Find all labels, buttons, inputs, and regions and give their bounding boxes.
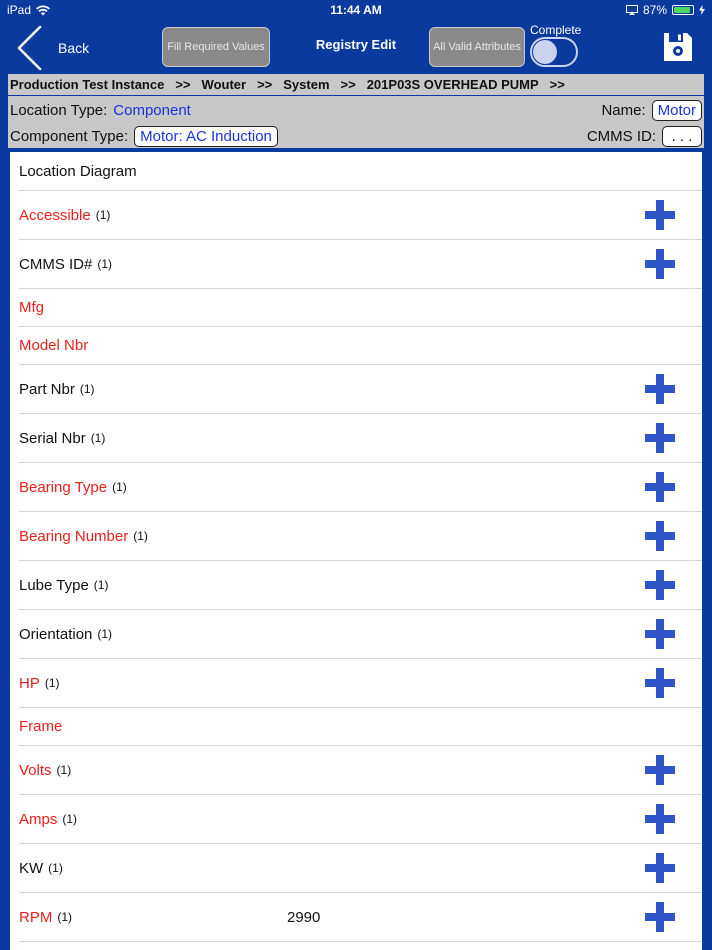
list-item[interactable]: Amps (1) (19, 795, 702, 844)
breadcrumb-separator: >> (549, 77, 565, 92)
plus-icon[interactable] (645, 200, 675, 230)
location-type-label: Location Type: (10, 101, 108, 119)
cmms-id-button[interactable]: . . . (662, 125, 702, 147)
plus-icon[interactable] (645, 902, 675, 932)
location-type-value[interactable]: Component (113, 102, 191, 119)
breadcrumb-separator: >> (175, 77, 191, 92)
attribute-label: CMMS ID# (19, 255, 93, 273)
save-icon[interactable] (663, 32, 693, 62)
plus-icon[interactable] (645, 374, 675, 404)
attribute-label: Location Diagram (19, 162, 137, 180)
attribute-label: Bearing Number (19, 527, 129, 545)
plus-icon[interactable] (645, 570, 675, 600)
attribute-count: (1) (93, 578, 109, 592)
breadcrumb-item[interactable]: System (283, 77, 329, 92)
breadcrumb-item[interactable]: 201P03S OVERHEAD PUMP (367, 77, 539, 92)
attribute-count: (1) (62, 812, 78, 826)
list-item[interactable]: Lube Type (1) (19, 561, 702, 610)
attribute-count: (1) (79, 382, 95, 396)
attribute-count: (1) (97, 257, 113, 271)
complete-label: Complete (530, 23, 582, 37)
breadcrumb-item[interactable]: Wouter (202, 77, 247, 92)
list-item[interactable]: Part Nbr (1) (19, 365, 702, 414)
attribute-count: (1) (90, 431, 106, 445)
attribute-label: Serial Nbr (19, 429, 86, 447)
attribute-label: HP (19, 674, 40, 692)
list-item[interactable]: RPM (1) 2990 (19, 893, 702, 942)
fill-required-values-button[interactable]: Fill Required Values (162, 27, 270, 67)
wifi-icon (36, 5, 51, 15)
breadcrumb: Production Test Instance >> Wouter >> Sy… (8, 74, 704, 95)
attribute-count: (1) (44, 676, 60, 690)
list-item[interactable]: KW (1) (19, 844, 702, 893)
attribute-label: Bearing Type (19, 478, 108, 496)
attribute-count: (1) (133, 529, 148, 543)
complete-toggle[interactable] (530, 37, 578, 67)
attribute-label: Part Nbr (19, 380, 75, 398)
attribute-label: Frame (19, 718, 63, 735)
status-bar: iPad 11:44 AM 87% (0, 0, 712, 20)
attribute-list: Location Diagram Accessible (1) CMMS ID# (1)… (10, 152, 702, 950)
attribute-label: Model Nbr (19, 337, 89, 354)
page-title: Registry Edit (315, 37, 397, 52)
back-button[interactable]: Back (16, 26, 89, 70)
cmms-id-label: CMMS ID: (586, 127, 656, 145)
attribute-label: KW (19, 859, 44, 877)
battery-icon (672, 5, 694, 15)
list-item[interactable]: Volts (1) (19, 746, 702, 795)
attribute-count: (1) (57, 910, 73, 924)
back-label: Back (58, 40, 90, 56)
attribute-label: Accessible (19, 206, 91, 224)
plus-icon[interactable] (645, 472, 675, 502)
nav-bar: Back Fill Required Values Registry Edit … (0, 20, 712, 72)
attribute-label: Volts (19, 761, 52, 779)
screen-mirroring-icon (625, 5, 638, 15)
device-label: iPad (7, 3, 32, 17)
list-item[interactable]: Mfg (19, 289, 702, 327)
plus-icon[interactable] (645, 249, 675, 279)
list-item[interactable]: Location Diagram (19, 152, 702, 191)
plus-icon[interactable] (645, 755, 675, 785)
breadcrumb-separator: >> (340, 77, 356, 92)
attribute-count: (1) (56, 763, 72, 777)
plus-icon[interactable] (645, 853, 675, 883)
info-panel: Location Type: Component Name: Motor Com… (8, 96, 704, 148)
list-item[interactable]: Accessible (1) (19, 191, 702, 240)
attribute-count: (1) (97, 627, 113, 641)
attribute-count: (1) (95, 208, 111, 222)
plus-icon[interactable] (645, 804, 675, 834)
chevron-left-icon (17, 26, 42, 70)
toggle-knob (533, 40, 557, 64)
breadcrumb-separator: >> (257, 77, 273, 92)
name-label: Name: (601, 101, 646, 119)
plus-icon[interactable] (645, 668, 675, 698)
all-valid-attributes-button[interactable]: All Valid Attributes (429, 27, 525, 67)
attribute-label: RPM (19, 908, 53, 926)
attribute-label: Lube Type (19, 576, 89, 594)
attribute-label: Amps (19, 810, 58, 828)
attribute-count: (1) (112, 480, 127, 494)
list-item[interactable]: CMMS ID# (1) (19, 240, 702, 289)
list-item[interactable]: Model Nbr (19, 327, 702, 365)
attribute-count: (1) (48, 861, 63, 875)
list-item[interactable]: HP (1) (19, 659, 702, 708)
battery-percent: 87% (642, 3, 667, 17)
list-item[interactable]: Bearing Number (1) (19, 512, 702, 561)
name-field[interactable]: Motor (651, 99, 702, 121)
plus-icon[interactable] (645, 423, 675, 453)
component-type-label: Component Type: (10, 127, 129, 145)
plus-icon[interactable] (645, 521, 675, 551)
list-item[interactable]: Serial Nbr (1) (19, 414, 702, 463)
breadcrumb-item[interactable]: Production Test Instance (10, 77, 164, 92)
list-item[interactable]: Bearing Type (1) (19, 463, 702, 512)
plus-icon[interactable] (645, 619, 675, 649)
component-type-field[interactable]: Motor: AC Induction (134, 125, 278, 147)
list-item[interactable]: Orientation (1) (19, 610, 702, 659)
charging-icon (699, 5, 705, 15)
attribute-value[interactable]: 2990 (287, 909, 320, 926)
list-item[interactable]: Frame (19, 708, 702, 746)
attribute-label: Orientation (19, 625, 93, 643)
attribute-label: Mfg (19, 299, 45, 316)
